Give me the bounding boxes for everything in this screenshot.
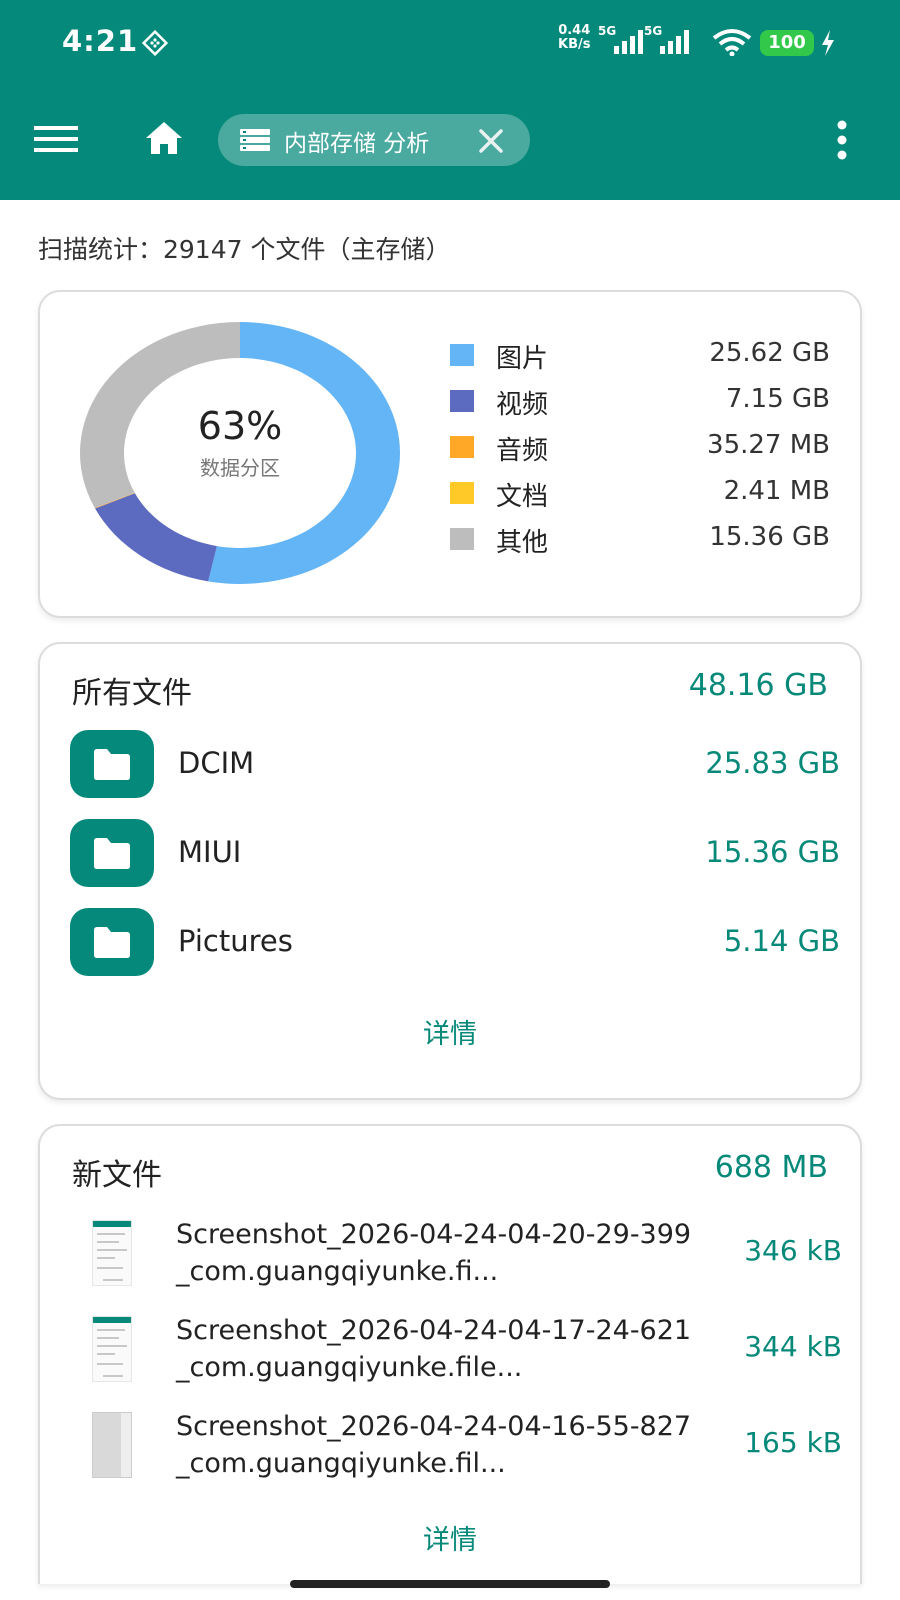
legend-label: 视频	[496, 390, 549, 420]
charging-bolt-icon	[822, 30, 834, 56]
file-thumbnail	[92, 1412, 132, 1478]
file-thumbnail	[92, 1220, 132, 1286]
folder-size: 5.14 GB	[723, 924, 840, 958]
donut-slice-1	[95, 493, 217, 582]
folder-row-miui[interactable]: MIUI 15.36 GB	[70, 819, 840, 887]
home-icon[interactable]	[144, 120, 184, 156]
status-time: 4:21	[62, 24, 139, 58]
wifi-icon	[712, 29, 752, 56]
file-name: Screenshot_2026-04-24-04-16-55-827_com.g…	[176, 1411, 692, 1479]
battery-indicator: 100	[760, 30, 814, 56]
legend-swatch	[450, 528, 474, 550]
legend-swatch	[450, 436, 474, 458]
legend-item: 其他 15.36 GB	[450, 516, 830, 562]
app-bar: 4:21 0.44 KB/s 5G 5G 100 内部存储 分析	[0, 0, 900, 200]
storage-icon	[240, 129, 270, 151]
folder-badge	[70, 730, 154, 798]
folder-badge	[70, 908, 154, 976]
legend-value: 7.15 GB	[725, 384, 830, 414]
legend-item: 视频 7.15 GB	[450, 378, 830, 424]
all-files-total: 48.16 GB	[688, 668, 828, 703]
folder-badge	[70, 819, 154, 887]
legend-item: 音频 35.27 MB	[450, 424, 830, 470]
folder-row-pictures[interactable]: Pictures 5.14 GB	[70, 908, 840, 976]
chart-legend: 图片 25.62 GB 视频 7.15 GB 音频 35.27 MB 文档 2.41 MB 其他…	[450, 332, 830, 562]
file-size: 165 kB	[744, 1426, 842, 1459]
file-row[interactable]: Screenshot_2026-04-24-04-20-29-399_com.g…	[92, 1214, 842, 1294]
legend-value: 15.36 GB	[709, 522, 830, 552]
more-options-icon[interactable]	[836, 120, 848, 160]
storage-analysis-chip[interactable]: 内部存储 分析	[218, 114, 530, 166]
new-files-title: 新文件	[72, 1158, 162, 1193]
new-files-total: 688 MB	[714, 1150, 828, 1185]
all-files-card: 所有文件 48.16 GB DCIM 25.83 GB MIUI 15.36 G…	[38, 642, 862, 1100]
status-bar: 4:21 0.44 KB/s 5G 5G 100	[0, 0, 900, 84]
legend-swatch	[450, 344, 474, 366]
new-files-card: 新文件 688 MB Screenshot_2026-04-24-04-20-2…	[38, 1124, 862, 1584]
network-speed: 0.44 KB/s	[558, 24, 590, 52]
legend-value: 35.27 MB	[707, 430, 830, 460]
file-name: Screenshot_2026-04-24-04-20-29-399_com.g…	[176, 1219, 692, 1287]
file-size: 344 kB	[744, 1330, 842, 1363]
legend-item: 文档 2.41 MB	[450, 470, 830, 516]
file-size: 346 kB	[744, 1234, 842, 1267]
file-row[interactable]: Screenshot_2026-04-24-04-16-55-827_com.g…	[92, 1406, 842, 1486]
folder-size: 25.83 GB	[705, 746, 840, 780]
storage-breakdown-card: 63% 数据分区 图片 25.62 GB 视频 7.15 GB 音频 35.27 MB 文档…	[38, 290, 862, 618]
toolbar: 内部存储 分析	[0, 108, 900, 172]
partition-label: 数据分区	[200, 456, 280, 480]
notification-diamond-icon	[142, 30, 168, 56]
gesture-nav-handle[interactable]	[290, 1580, 610, 1588]
folder-name: MIUI	[178, 835, 242, 869]
legend-swatch	[450, 390, 474, 412]
all-files-title: 所有文件	[72, 676, 192, 711]
menu-icon[interactable]	[34, 124, 78, 154]
folder-name: DCIM	[178, 746, 255, 780]
file-name: Screenshot_2026-04-24-04-17-24-621_com.g…	[176, 1315, 692, 1383]
signal-bars-icon	[660, 30, 689, 54]
legend-value: 25.62 GB	[709, 338, 830, 368]
close-icon[interactable]	[478, 128, 504, 154]
folder-icon	[94, 838, 130, 869]
network-speed-value: 0.44	[558, 23, 591, 38]
legend-label: 文档	[496, 482, 549, 512]
signal-bars-icon	[614, 30, 643, 54]
legend-label: 图片	[496, 344, 549, 374]
file-thumbnail	[92, 1316, 132, 1382]
folder-icon	[94, 749, 130, 780]
new-files-details-button[interactable]: 详情	[40, 1518, 860, 1557]
legend-swatch	[450, 482, 474, 504]
legend-value: 2.41 MB	[723, 476, 830, 506]
folder-size: 15.36 GB	[705, 835, 840, 869]
all-files-details-button[interactable]: 详情	[40, 1012, 860, 1051]
file-row[interactable]: Screenshot_2026-04-24-04-17-24-621_com.g…	[92, 1310, 842, 1390]
donut-center: 63% 数据分区	[80, 404, 400, 481]
folder-icon	[94, 927, 130, 958]
partition-percent: 63%	[197, 404, 283, 448]
network-speed-unit: KB/s	[558, 37, 591, 52]
chip-label: 内部存储 分析	[284, 131, 430, 157]
scan-stats: 扫描统计：29147 个文件（主存储）	[38, 235, 451, 264]
folder-row-dcim[interactable]: DCIM 25.83 GB	[70, 730, 840, 798]
legend-item: 图片 25.62 GB	[450, 332, 830, 378]
legend-label: 其他	[496, 528, 549, 558]
folder-name: Pictures	[178, 924, 293, 958]
legend-label: 音频	[496, 436, 549, 466]
